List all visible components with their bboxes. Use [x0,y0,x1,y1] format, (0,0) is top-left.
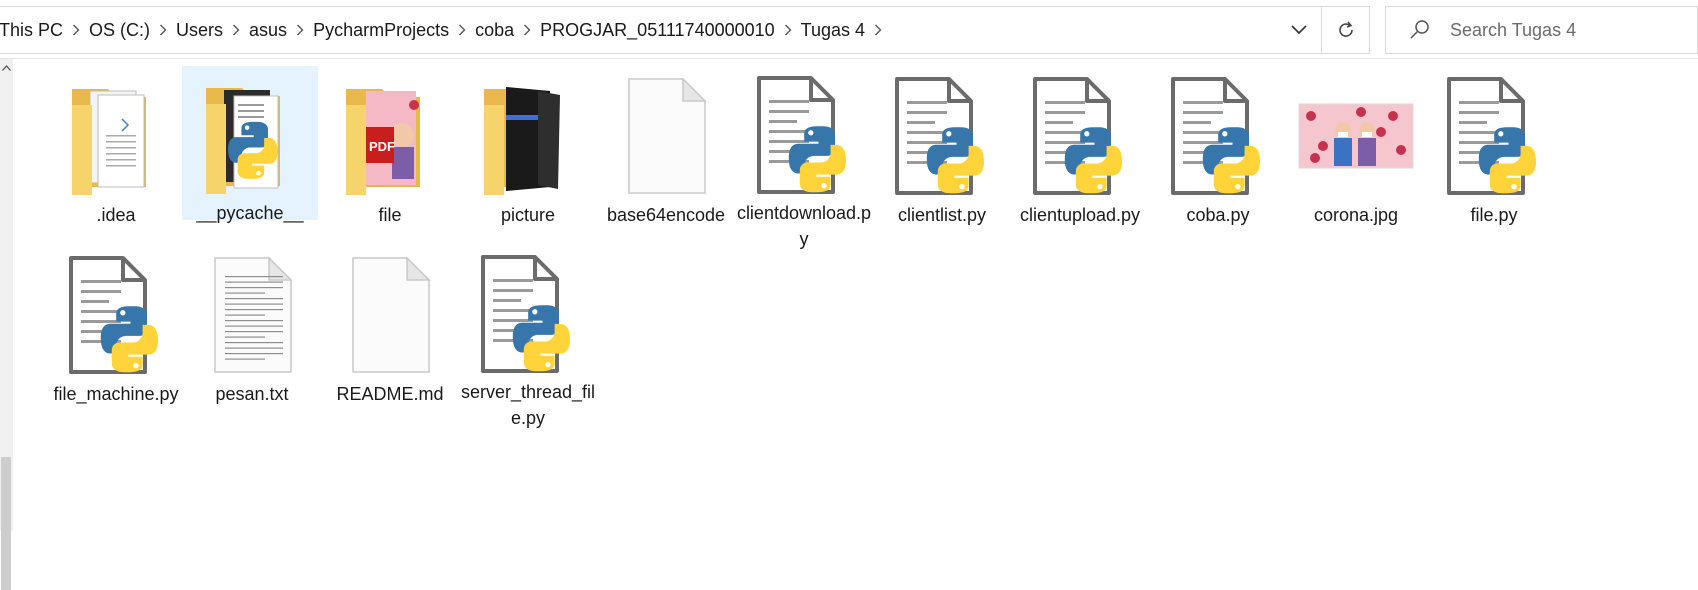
folder-pdf-icon: PDF [325,74,455,200]
blank-file-icon [601,74,731,200]
svg-text:PDF: PDF [369,139,395,154]
text-file-icon [187,253,317,379]
file-item[interactable]: file.py [1420,66,1568,236]
file-name-label: file [378,205,402,225]
python-file-icon [1015,74,1145,200]
folder-docs-icon [51,74,181,200]
search-box[interactable] [1385,6,1698,54]
search-icon [1410,20,1429,39]
image-file-icon [1291,74,1421,200]
address-history-dropdown[interactable] [1277,7,1321,53]
file-item[interactable]: clientupload.py [1006,66,1154,236]
file-name-label: base64encode [606,205,726,225]
file-item[interactable]: file_machine.py [42,245,190,415]
file-name-label: clientdownload.py [736,203,872,249]
file-name-label: file_machine.py [53,384,179,404]
python-file-icon [739,74,869,198]
python-file-icon [1153,74,1283,200]
file-name-label: clientupload.py [1019,205,1141,225]
file-item[interactable]: picture [454,66,602,236]
breadcrumb-item[interactable]: OS (C:) [83,14,156,46]
refresh-icon [1338,21,1353,37]
file-name-label: README.md [336,384,444,404]
search-input[interactable] [1448,18,1682,42]
file-item[interactable]: server_thread_file.py [454,245,602,428]
file-name-label: picture [500,205,556,225]
breadcrumb-item[interactable]: This PC [0,14,69,46]
refresh-button[interactable] [1321,7,1369,53]
breadcrumb-separator-icon[interactable] [293,14,307,46]
folder-python-icon [185,74,315,198]
breadcrumb-separator-icon[interactable] [520,14,534,46]
file-name-label: clientlist.py [897,205,987,225]
file-item[interactable]: pesan.txt [178,245,326,415]
chevron-down-icon [1291,25,1307,35]
address-bar[interactable]: This PC OS (C:) Users asus PycharmProjects co… [0,6,1370,54]
breadcrumb-separator-icon[interactable] [156,14,170,46]
breadcrumb-item[interactable]: Users [170,14,229,46]
breadcrumb-separator-icon[interactable] [229,14,243,46]
breadcrumb-item[interactable]: coba [469,14,520,46]
navigation-bar: This PC OS (C:) Users asus PycharmProjects co… [0,0,1698,59]
breadcrumb-item[interactable]: asus [243,14,293,46]
file-item[interactable]: PDF file [316,66,464,236]
breadcrumb-item[interactable]: Tugas 4 [795,14,871,46]
breadcrumb-item[interactable]: PROGJAR_05111740000010 [534,14,781,46]
python-file-icon [51,253,181,379]
breadcrumb-item[interactable]: PycharmProjects [307,14,455,46]
scrollbar-thumb[interactable] [1,457,11,590]
python-file-icon [1429,74,1559,200]
vertical-scrollbar[interactable] [0,59,13,590]
file-item[interactable]: clientlist.py [868,66,1016,236]
file-name-label: pesan.txt [215,384,289,404]
breadcrumb-separator-icon[interactable] [455,14,469,46]
breadcrumb-separator-icon[interactable] [69,14,83,46]
file-item[interactable]: corona.jpg [1282,66,1430,236]
python-file-icon [463,253,593,377]
file-name-label: .idea [96,205,136,225]
file-item[interactable]: .idea [42,66,190,236]
file-name-label: coba.py [1186,205,1250,225]
breadcrumb-separator-icon[interactable] [871,14,885,46]
file-name-label: file.py [1470,205,1518,225]
file-item[interactable]: clientdownload.py [730,66,878,249]
python-file-icon [877,74,1007,200]
file-item[interactable]: README.md [316,245,464,415]
blank-file-icon [325,253,455,379]
file-item[interactable]: base64encode [592,66,740,236]
file-item[interactable]: coba.py [1144,66,1292,236]
file-name-label: corona.jpg [1313,205,1399,225]
breadcrumb-separator-icon[interactable] [781,14,795,46]
file-name-label: __pycache__ [196,203,304,223]
file-item[interactable]: __pycache__ [182,66,318,223]
folder-dark-icon [463,74,593,200]
scroll-up-arrow-icon[interactable] [0,65,13,77]
file-name-label: server_thread_file.py [460,382,596,428]
